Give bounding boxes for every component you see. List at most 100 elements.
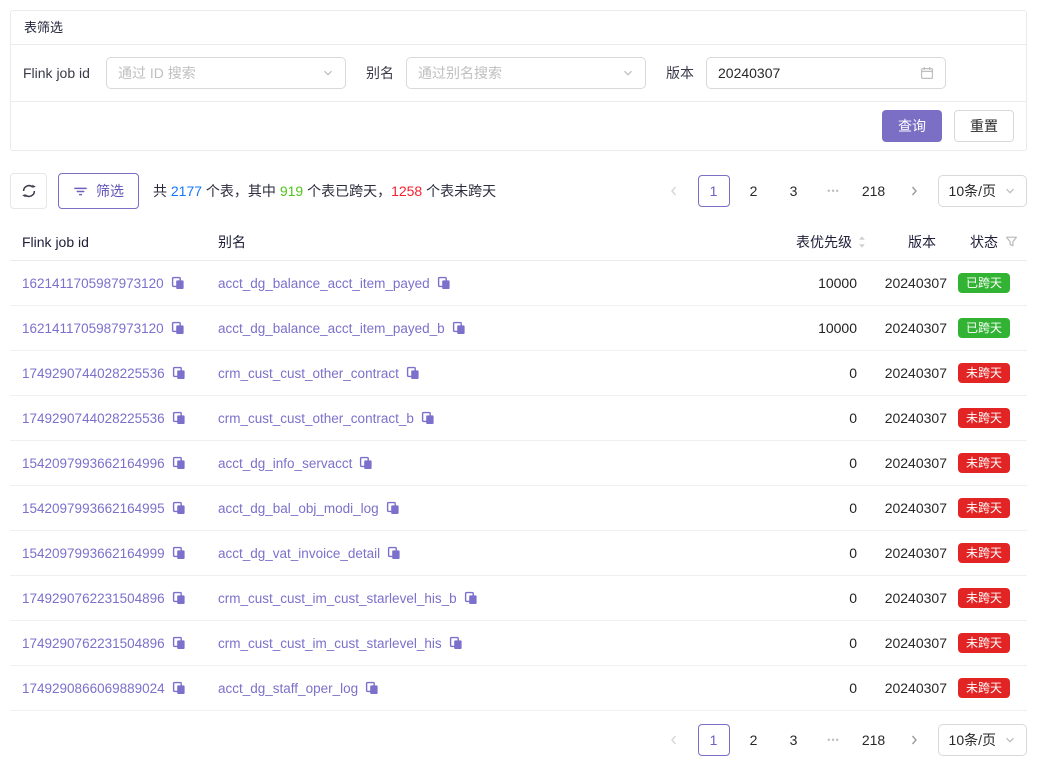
pagination-page-2[interactable]: 2 — [738, 724, 770, 756]
table-row: 1542097993662164999 acct_dg_vat_invoice_… — [10, 531, 1027, 576]
pagination-page-218[interactable]: 218 — [858, 175, 890, 207]
reset-button[interactable]: 重置 — [954, 110, 1014, 142]
alias-link[interactable]: acct_dg_balance_acct_item_payed_b — [218, 321, 445, 336]
copy-icon[interactable] — [172, 456, 186, 470]
copy-icon[interactable] — [452, 321, 466, 335]
column-filter-icon[interactable] — [1005, 235, 1018, 248]
pagination-bottom-wrap: 123•••218 10条/页 — [0, 724, 1027, 756]
copy-icon[interactable] — [172, 366, 186, 380]
priority-value: 0 — [849, 365, 857, 381]
sorter-icon[interactable] — [857, 234, 867, 250]
flink-job-id-link[interactable]: 1749290762231504896 — [22, 636, 165, 651]
priority-value: 0 — [849, 545, 857, 561]
alias-link[interactable]: acct_dg_vat_invoice_detail — [218, 546, 380, 561]
column-header-priority[interactable]: 表优先级 — [727, 232, 867, 252]
flink-job-id-link[interactable]: 1542097993662164996 — [22, 456, 165, 471]
table-row: 1542097993662164995 acct_dg_bal_obj_modi… — [10, 486, 1027, 531]
flink-job-id-link[interactable]: 1621411705987973120 — [22, 321, 164, 336]
refresh-icon — [21, 183, 37, 199]
status-badge: 未跨天 — [958, 363, 1010, 383]
version-value: 20240307 — [885, 545, 947, 561]
copy-icon[interactable] — [172, 546, 186, 560]
chevron-down-icon — [622, 67, 634, 79]
column-header-priority-label: 表优先级 — [796, 232, 852, 252]
copy-icon[interactable] — [387, 546, 401, 560]
stats-text: 个表未跨天 — [422, 183, 496, 199]
copy-icon[interactable] — [172, 636, 186, 650]
flink-job-id-link[interactable]: 1749290866069889024 — [22, 681, 165, 696]
copy-icon[interactable] — [406, 366, 420, 380]
copy-icon[interactable] — [449, 636, 463, 650]
filter-button[interactable]: 筛选 — [58, 173, 139, 209]
copy-icon[interactable] — [359, 456, 373, 470]
copy-icon[interactable] — [464, 591, 478, 605]
stats-text: 个表已跨天， — [303, 183, 391, 199]
column-header-alias: 别名 — [206, 232, 727, 252]
copy-icon[interactable] — [437, 276, 451, 290]
pagination-ellipsis[interactable]: ••• — [818, 175, 850, 207]
stats-text: 个表，其中 — [202, 183, 280, 199]
pagination-page-2[interactable]: 2 — [738, 175, 770, 207]
alias-link[interactable]: crm_cust_cust_other_contract_b — [218, 411, 414, 426]
alias-link[interactable]: crm_cust_cust_other_contract — [218, 366, 399, 381]
alias-link[interactable]: acct_dg_staff_oper_log — [218, 681, 358, 696]
stats-text: 共 — [153, 183, 171, 199]
copy-icon[interactable] — [365, 681, 379, 695]
copy-icon[interactable] — [172, 411, 186, 425]
flink-job-id-link[interactable]: 1542097993662164999 — [22, 546, 165, 561]
alias-link[interactable]: acct_dg_bal_obj_modi_log — [218, 501, 379, 516]
alias-link[interactable]: acct_dg_info_servacct — [218, 456, 352, 471]
flink-job-id-link[interactable]: 1749290744028225536 — [22, 366, 165, 381]
alias-link[interactable]: crm_cust_cust_im_cust_starlevel_his — [218, 636, 442, 651]
flink-job-id-link[interactable]: 1749290762231504896 — [22, 591, 165, 606]
alias-select[interactable]: 通过别名搜索 — [406, 57, 646, 89]
column-header-status[interactable]: 状态 — [957, 232, 1027, 252]
version-value: 20240307 — [885, 680, 947, 696]
chevron-down-icon — [322, 67, 334, 79]
version-date-input[interactable]: 20240307 — [706, 57, 946, 89]
pagination-page-1[interactable]: 1 — [698, 724, 730, 756]
page-size-select[interactable]: 10条/页 — [938, 724, 1027, 756]
pagination-page-1[interactable]: 1 — [698, 175, 730, 207]
version-value: 20240307 — [885, 410, 947, 426]
version-value: 20240307 — [718, 65, 780, 81]
table-row: 1749290762231504896 crm_cust_cust_im_cus… — [10, 621, 1027, 666]
table-stats: 共 2177 个表，其中 919 个表已跨天，1258 个表未跨天 — [153, 181, 496, 201]
copy-icon[interactable] — [172, 681, 186, 695]
alias-link[interactable]: crm_cust_cust_im_cust_starlevel_his_b — [218, 591, 457, 606]
copy-icon[interactable] — [171, 321, 185, 335]
copy-icon[interactable] — [172, 501, 186, 515]
flink-job-id-link[interactable]: 1621411705987973120 — [22, 276, 164, 291]
copy-icon[interactable] — [386, 501, 400, 515]
priority-value: 0 — [849, 635, 857, 651]
pagination-prev-button[interactable] — [658, 175, 690, 207]
pagination-next-button[interactable] — [898, 724, 930, 756]
column-header-status-label: 状态 — [970, 232, 998, 252]
flink-job-id-link[interactable]: 1542097993662164995 — [22, 501, 165, 516]
pagination-next-button[interactable] — [898, 175, 930, 207]
pagination-ellipsis[interactable]: ••• — [818, 724, 850, 756]
copy-icon[interactable] — [421, 411, 435, 425]
pagination-page-3[interactable]: 3 — [778, 175, 810, 207]
filter-lines-icon — [73, 184, 88, 199]
status-badge: 未跨天 — [958, 633, 1010, 653]
status-badge: 未跨天 — [958, 453, 1010, 473]
query-button[interactable]: 查询 — [882, 110, 942, 142]
copy-icon[interactable] — [172, 591, 186, 605]
pagination-prev-button[interactable] — [658, 724, 690, 756]
flink-job-id-select[interactable]: 通过 ID 搜索 — [106, 57, 346, 89]
priority-value: 0 — [849, 410, 857, 426]
table-row: 1749290744028225536 crm_cust_cust_other_… — [10, 396, 1027, 441]
alias-link[interactable]: acct_dg_balance_acct_item_payed — [218, 276, 430, 291]
flink-job-id-link[interactable]: 1749290744028225536 — [22, 411, 165, 426]
table-row: 1749290744028225536 crm_cust_cust_other_… — [10, 351, 1027, 396]
flink-job-id-placeholder: 通过 ID 搜索 — [118, 63, 196, 83]
status-badge: 未跨天 — [958, 678, 1010, 698]
table-row: 1542097993662164996 acct_dg_info_servacc… — [10, 441, 1027, 486]
page-size-select[interactable]: 10条/页 — [938, 175, 1027, 207]
copy-icon[interactable] — [171, 276, 185, 290]
table-body: 1621411705987973120 acct_dg_balance_acct… — [10, 261, 1027, 711]
pagination-page-3[interactable]: 3 — [778, 724, 810, 756]
pagination-page-218[interactable]: 218 — [858, 724, 890, 756]
refresh-button[interactable] — [10, 173, 47, 209]
